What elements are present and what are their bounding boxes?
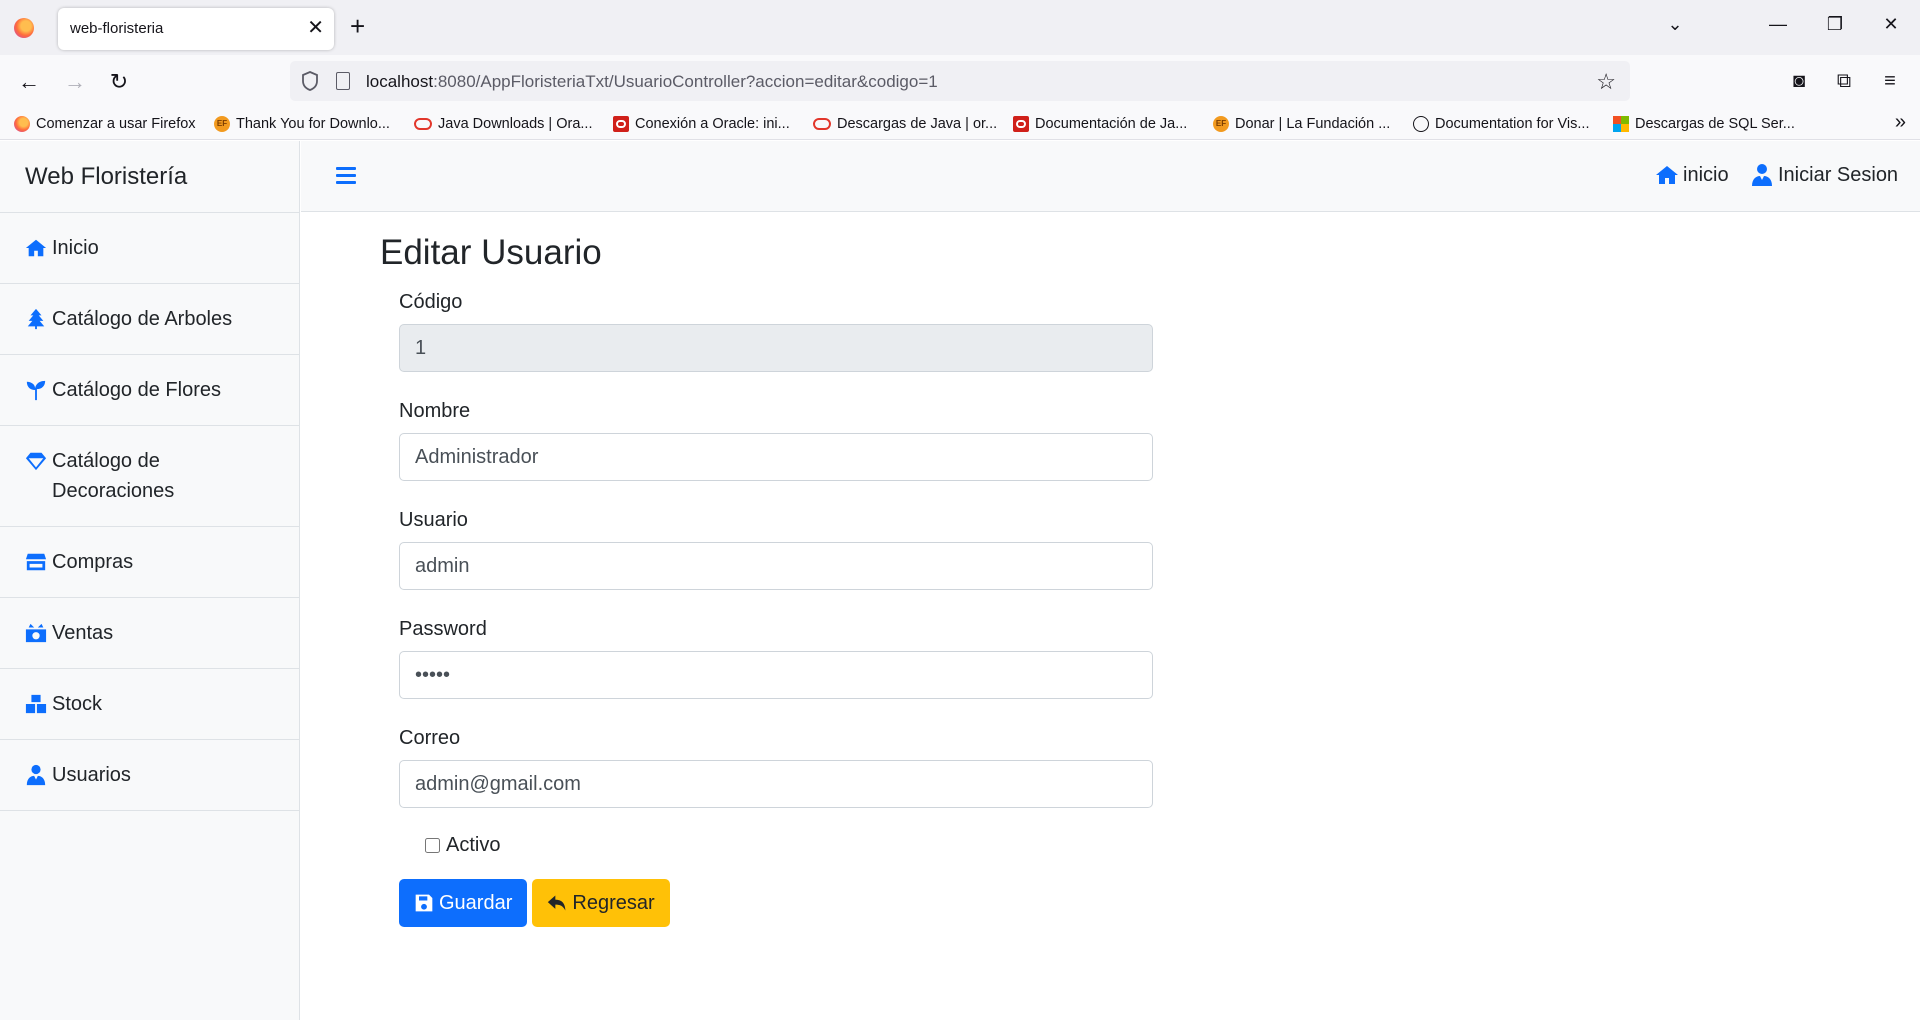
- ef-icon: EF: [214, 116, 230, 132]
- correo-label: Correo: [399, 727, 461, 749]
- extensions-icon[interactable]: ⧉: [1832, 69, 1856, 93]
- reload-icon[interactable]: ↻: [104, 67, 134, 97]
- tab-list-chevron-icon[interactable]: ⌄: [1660, 14, 1690, 35]
- activo-checkbox[interactable]: [425, 838, 440, 853]
- activo-checkbox-row[interactable]: Activo: [425, 834, 1180, 857]
- form-actions: Guardar Regresar: [399, 879, 1180, 927]
- bookmark-item[interactable]: Comenzar a usar Firefox: [14, 114, 196, 134]
- store-icon: [25, 551, 47, 573]
- tab-title: web-floristeria: [70, 20, 164, 37]
- ef-icon: EF: [1213, 116, 1229, 132]
- sidebar-item-label: Catálogo de Flores: [52, 379, 221, 401]
- bookmark-item[interactable]: Documentation for Vis...: [1413, 114, 1589, 134]
- nav-link-inicio[interactable]: inicio: [1655, 163, 1729, 187]
- page-info-icon[interactable]: [336, 72, 350, 90]
- bookmark-star-icon[interactable]: ☆: [1596, 69, 1616, 95]
- back-button[interactable]: Regresar: [532, 879, 670, 927]
- sidebar-item-label: Stock: [52, 693, 103, 715]
- seedling-icon: [25, 379, 47, 401]
- pocket-icon[interactable]: ◙: [1787, 69, 1811, 93]
- codigo-label: Código: [399, 291, 463, 313]
- save-button[interactable]: Guardar: [399, 879, 528, 927]
- microsoft-icon: [1613, 116, 1629, 132]
- bookmark-item[interactable]: Documentación de Ja...: [1013, 114, 1187, 134]
- sidebar-item-decoraciones[interactable]: Catálogo de Decoraciones: [0, 426, 299, 527]
- home-icon: [25, 237, 47, 259]
- menu-icon[interactable]: ≡: [1878, 69, 1902, 93]
- bookmark-item[interactable]: EF Thank You for Downlo...: [214, 114, 390, 134]
- activo-label: Activo: [446, 834, 501, 856]
- gem-icon: [25, 450, 47, 472]
- oracle-square-icon: [1013, 116, 1029, 132]
- minimize-icon[interactable]: —: [1763, 14, 1793, 35]
- back-arrow-icon[interactable]: ←: [14, 67, 44, 97]
- tree-icon: [25, 308, 47, 330]
- bookmark-item[interactable]: Descargas de SQL Ser...: [1613, 114, 1795, 134]
- usuario-label: Usuario: [399, 509, 468, 531]
- globe-icon: [1413, 116, 1429, 132]
- password-field[interactable]: [399, 651, 1153, 699]
- sidebar-item-label: Ventas: [52, 622, 114, 644]
- sidebar: Web Floristería Inicio Catálogo de Arbol…: [0, 141, 300, 1020]
- bookmark-item[interactable]: Java Downloads | Ora...: [414, 114, 592, 134]
- floppy-disk-icon: [415, 894, 433, 912]
- home-icon: [1656, 166, 1678, 184]
- bookmarks-bar: Comenzar a usar Firefox EF Thank You for …: [0, 107, 1920, 140]
- oracle-icon: [414, 118, 432, 130]
- cash-icon: [25, 622, 47, 644]
- web-page: Web Floristería Inicio Catálogo de Arbol…: [0, 141, 1920, 1020]
- nombre-label: Nombre: [399, 400, 471, 422]
- firefox-icon: [14, 116, 30, 132]
- forward-arrow-icon[interactable]: →: [60, 67, 90, 97]
- url-text[interactable]: localhost:8080/AppFloristeriaTxt/Usuario…: [366, 72, 938, 92]
- sidebar-item-label: Inicio: [52, 237, 99, 259]
- codigo-field: [399, 324, 1153, 372]
- close-tab-icon[interactable]: ✕: [307, 16, 324, 40]
- oracle-square-icon: [613, 116, 629, 132]
- bookmark-item[interactable]: EF Donar | La Fundación ...: [1213, 114, 1390, 134]
- brand-title[interactable]: Web Floristería: [0, 141, 299, 213]
- main-content: Editar Usuario Código Nombre Usuario Pas…: [380, 233, 1180, 927]
- window-close-icon[interactable]: ✕: [1876, 14, 1906, 35]
- page-title: Editar Usuario: [380, 233, 602, 272]
- user-tie-icon: [25, 764, 47, 786]
- boxes-icon: [25, 693, 47, 715]
- sidebar-item-usuarios[interactable]: Usuarios: [0, 740, 299, 811]
- reply-arrow-icon: [548, 895, 566, 911]
- usuario-field[interactable]: [399, 542, 1153, 590]
- bookmark-item[interactable]: Conexión a Oracle: ini...: [613, 114, 790, 134]
- correo-field[interactable]: [399, 760, 1153, 808]
- hamburger-menu-icon[interactable]: [336, 167, 356, 185]
- chevron-double-right-icon[interactable]: »: [1895, 111, 1906, 134]
- restore-icon[interactable]: ❐: [1820, 14, 1850, 35]
- browser-nav-bar: ← → ↻ localhost:8080/AppFloristeriaTxt/U…: [0, 55, 1920, 107]
- sidebar-item-label: Catálogo de Arboles: [52, 308, 233, 330]
- oracle-icon: [813, 118, 831, 130]
- nombre-field[interactable]: [399, 433, 1153, 481]
- browser-tab[interactable]: web-floristeria ✕: [58, 8, 334, 50]
- top-navbar: inicio Iniciar Sesion: [301, 141, 1920, 212]
- sidebar-item-inicio[interactable]: Inicio: [0, 213, 299, 284]
- firefox-icon: [14, 18, 34, 38]
- sidebar-item-label: Usuarios: [52, 764, 131, 786]
- url-bar[interactable]: localhost:8080/AppFloristeriaTxt/Usuario…: [290, 61, 1630, 101]
- sidebar-item-arboles[interactable]: Catálogo de Arboles: [0, 284, 299, 355]
- sidebar-item-label: Catálogo de Decoraciones: [52, 450, 175, 502]
- sidebar-item-ventas[interactable]: Ventas: [0, 598, 299, 669]
- sidebar-item-compras[interactable]: Compras: [0, 527, 299, 598]
- new-tab-button[interactable]: +: [350, 12, 365, 40]
- user-edit-form: Código Nombre Usuario Password Correo Ac…: [399, 291, 1180, 927]
- user-icon: [1752, 164, 1772, 186]
- browser-tab-bar: web-floristeria ✕ + ⌄ — ❐ ✕: [0, 0, 1920, 55]
- nav-link-login[interactable]: Iniciar Sesion: [1750, 163, 1898, 187]
- sidebar-item-stock[interactable]: Stock: [0, 669, 299, 740]
- password-label: Password: [399, 618, 487, 640]
- sidebar-item-label: Compras: [52, 551, 134, 573]
- bookmark-item[interactable]: Descargas de Java | or...: [813, 114, 997, 134]
- shield-icon[interactable]: [300, 70, 320, 92]
- sidebar-item-flores[interactable]: Catálogo de Flores: [0, 355, 299, 426]
